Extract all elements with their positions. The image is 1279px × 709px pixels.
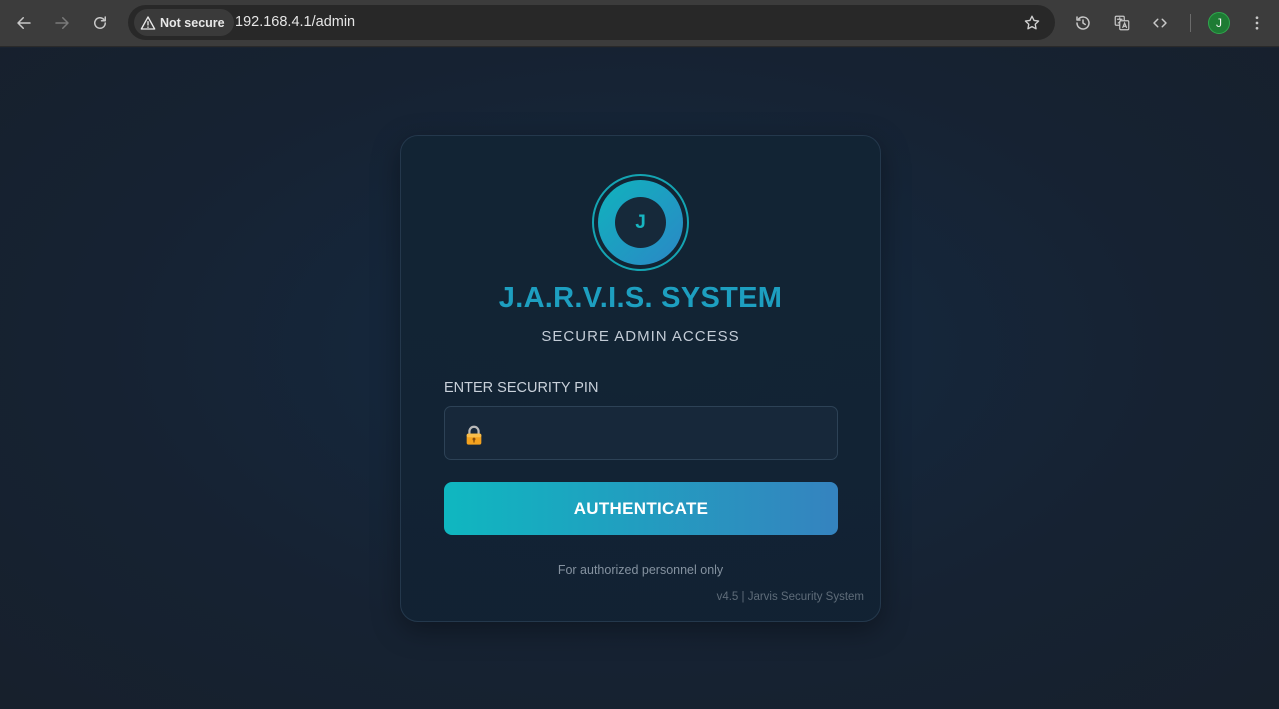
forward-button[interactable]	[48, 9, 76, 37]
page-viewport: J J.A.R.V.I.S. SYSTEM SECURE ADMIN ACCES…	[0, 48, 1279, 709]
authorized-note: For authorized personnel only	[557, 563, 724, 577]
code-icon	[1153, 18, 1167, 28]
back-arrow-icon	[17, 17, 31, 29]
history-button[interactable]	[1069, 9, 1097, 37]
devtools-button[interactable]	[1146, 9, 1174, 37]
reload-icon	[94, 16, 106, 29]
lock-icon	[466, 425, 482, 445]
bookmark-button[interactable]	[1018, 9, 1045, 36]
url-text[interactable]: 192.168.4.1/admin	[235, 5, 355, 40]
jarvis-logo: J	[592, 174, 689, 271]
browser-toolbar: Not secure 192.168.4.1/admin J	[0, 0, 1279, 47]
logo-disc: J	[598, 180, 683, 265]
version-footer: v4.5 | Jarvis Security System	[716, 591, 864, 603]
history-icon	[1076, 16, 1090, 30]
forward-arrow-icon	[55, 17, 69, 29]
login-card: J J.A.R.V.I.S. SYSTEM SECURE ADMIN ACCES…	[400, 135, 881, 622]
pin-label: ENTER SECURITY PIN	[444, 380, 599, 396]
pin-input[interactable]	[501, 407, 821, 459]
page-title: J.A.R.V.I.S. SYSTEM	[498, 282, 783, 314]
page-subtitle: SECURE ADMIN ACCESS	[541, 328, 740, 345]
address-bar[interactable]: Not secure 192.168.4.1/admin	[128, 5, 1055, 40]
profile-avatar[interactable]: J	[1208, 12, 1230, 34]
authenticate-button[interactable]: AUTHENTICATE	[444, 482, 838, 535]
logo-letter: J	[615, 197, 666, 248]
pin-field[interactable]	[444, 406, 838, 460]
warning-triangle-icon	[140, 15, 156, 30]
star-icon	[1024, 15, 1039, 29]
translate-button[interactable]	[1108, 9, 1136, 37]
security-chip[interactable]: Not secure	[134, 9, 234, 36]
back-button[interactable]	[10, 9, 38, 37]
browser-menu-button[interactable]	[1243, 9, 1271, 37]
kebab-menu-icon	[1255, 16, 1259, 30]
translate-icon	[1114, 15, 1130, 31]
toolbar-divider	[1190, 14, 1191, 32]
security-chip-label: Not secure	[160, 15, 225, 30]
reload-button[interactable]	[86, 9, 114, 37]
